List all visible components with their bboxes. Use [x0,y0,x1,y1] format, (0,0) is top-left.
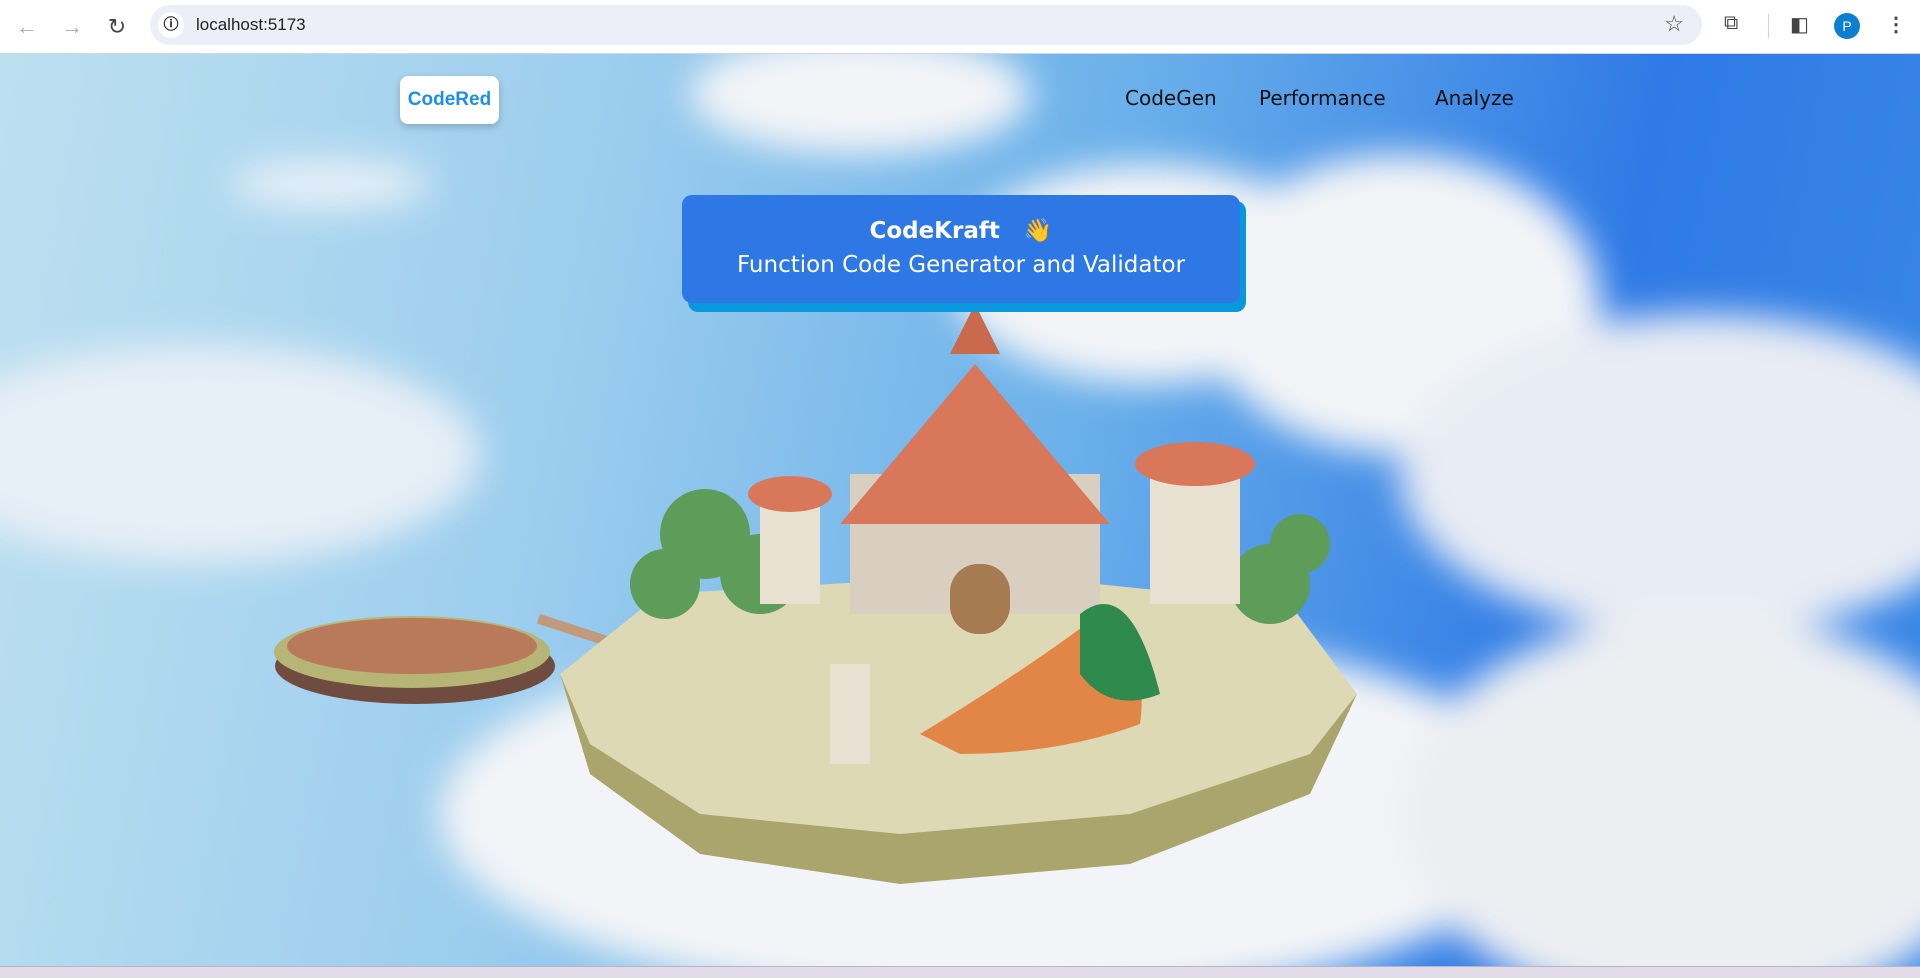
forward-icon[interactable]: → [57,12,87,42]
hero-title: CodeKraft 👋 [682,217,1240,244]
floating-island-illustration [0,54,1920,966]
site-info-icon[interactable]: ⓘ [158,12,184,38]
address-bar[interactable]: ⓘ localhost:5173 ☆ [150,5,1702,45]
hero-scene: CodeRed CodeGen Performance Analyze Code… [0,54,1920,966]
browser-toolbar: ← → ↻ ⓘ localhost:5173 ☆ ⧉ ◧ P ⋮ [0,0,1920,54]
nav-link-performance[interactable]: Performance [1259,86,1386,110]
url-text[interactable]: localhost:5173 [196,15,306,35]
bookmark-star-icon[interactable]: ☆ [1664,11,1684,37]
menu-kebab-icon[interactable]: ⋮ [1886,12,1906,37]
nav-link-analyze[interactable]: Analyze [1435,86,1514,110]
hero-title-text: CodeKraft [869,218,1000,244]
nav-link-codegen[interactable]: CodeGen [1125,86,1217,110]
back-icon[interactable]: ← [12,12,42,42]
extensions-icon[interactable]: ⧉ [1724,12,1738,35]
os-taskbar [0,966,1920,978]
waving-hand-icon: 👋 [1023,218,1053,244]
reload-icon[interactable]: ↻ [102,12,132,42]
profile-avatar[interactable]: P [1834,13,1860,39]
divider [1768,14,1769,38]
side-panel-icon[interactable]: ◧ [1790,12,1809,37]
hero-banner: CodeKraft 👋 Function Code Generator and … [682,195,1240,303]
logo-button[interactable]: CodeRed [400,76,499,124]
hero-subtitle: Function Code Generator and Validator [736,252,1186,278]
